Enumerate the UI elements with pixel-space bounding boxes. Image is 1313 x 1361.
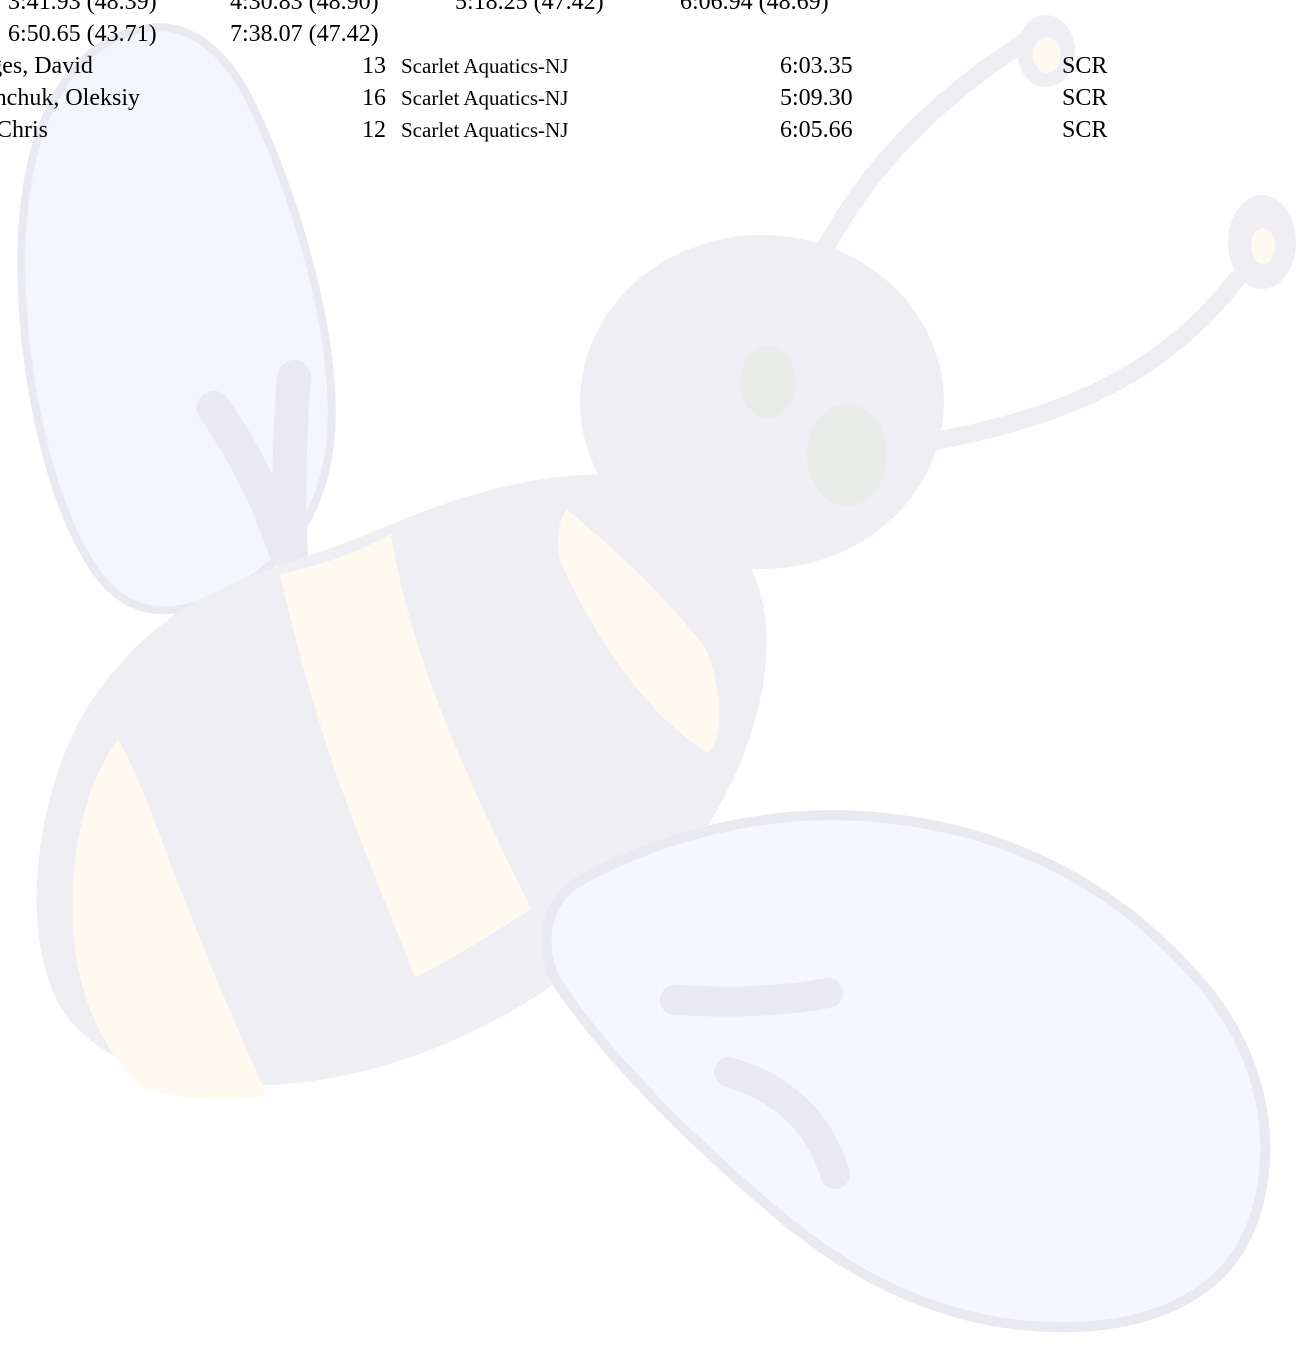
swimmer-name: lishchuk, Oleksiy: [0, 85, 140, 111]
team-name: Scarlet Aquatics-NJ: [401, 86, 569, 110]
seed-time: 6:05.66: [780, 117, 853, 143]
split-times-row: 3:41.93 (48.39) 4:30.83 (48.90) 5:18.25 …: [0, 0, 1313, 18]
results-document: 3:41.93 (48.39) 4:30.83 (48.90) 5:18.25 …: [0, 0, 1313, 1361]
seed-time: 5:09.30: [780, 85, 853, 111]
result-status: SCR: [1062, 53, 1108, 79]
split-time: 4:30.83 (48.90): [230, 0, 379, 15]
split-times-row: 6:50.65 (43.71) 7:38.07 (47.42): [0, 18, 1313, 50]
split-time: 6:50.65 (43.71): [8, 21, 157, 47]
team-name: Scarlet Aquatics-NJ: [401, 118, 569, 142]
result-status: SCR: [1062, 117, 1108, 143]
swimmer-age: 16: [362, 85, 386, 111]
swimmer-age: 12: [362, 117, 386, 143]
split-time: 5:18.25 (47.42): [455, 0, 604, 15]
seed-time: 6:03.35: [780, 53, 853, 79]
swimmer-age: 13: [362, 53, 386, 79]
result-status: SCR: [1062, 85, 1108, 111]
result-row: g, Chris 12 Scarlet Aquatics-NJ 6:05.66 …: [0, 114, 1313, 146]
swimmer-name: erges, David: [0, 53, 93, 79]
result-row: lishchuk, Oleksiy 16 Scarlet Aquatics-NJ…: [0, 82, 1313, 114]
split-time: 7:38.07 (47.42): [230, 21, 379, 47]
swimmer-name: g, Chris: [0, 117, 49, 143]
result-row: erges, David 13 Scarlet Aquatics-NJ 6:03…: [0, 50, 1313, 82]
split-time: 3:41.93 (48.39): [8, 0, 157, 15]
team-name: Scarlet Aquatics-NJ: [401, 54, 569, 78]
split-time: 6:06.94 (48.69): [680, 0, 829, 15]
